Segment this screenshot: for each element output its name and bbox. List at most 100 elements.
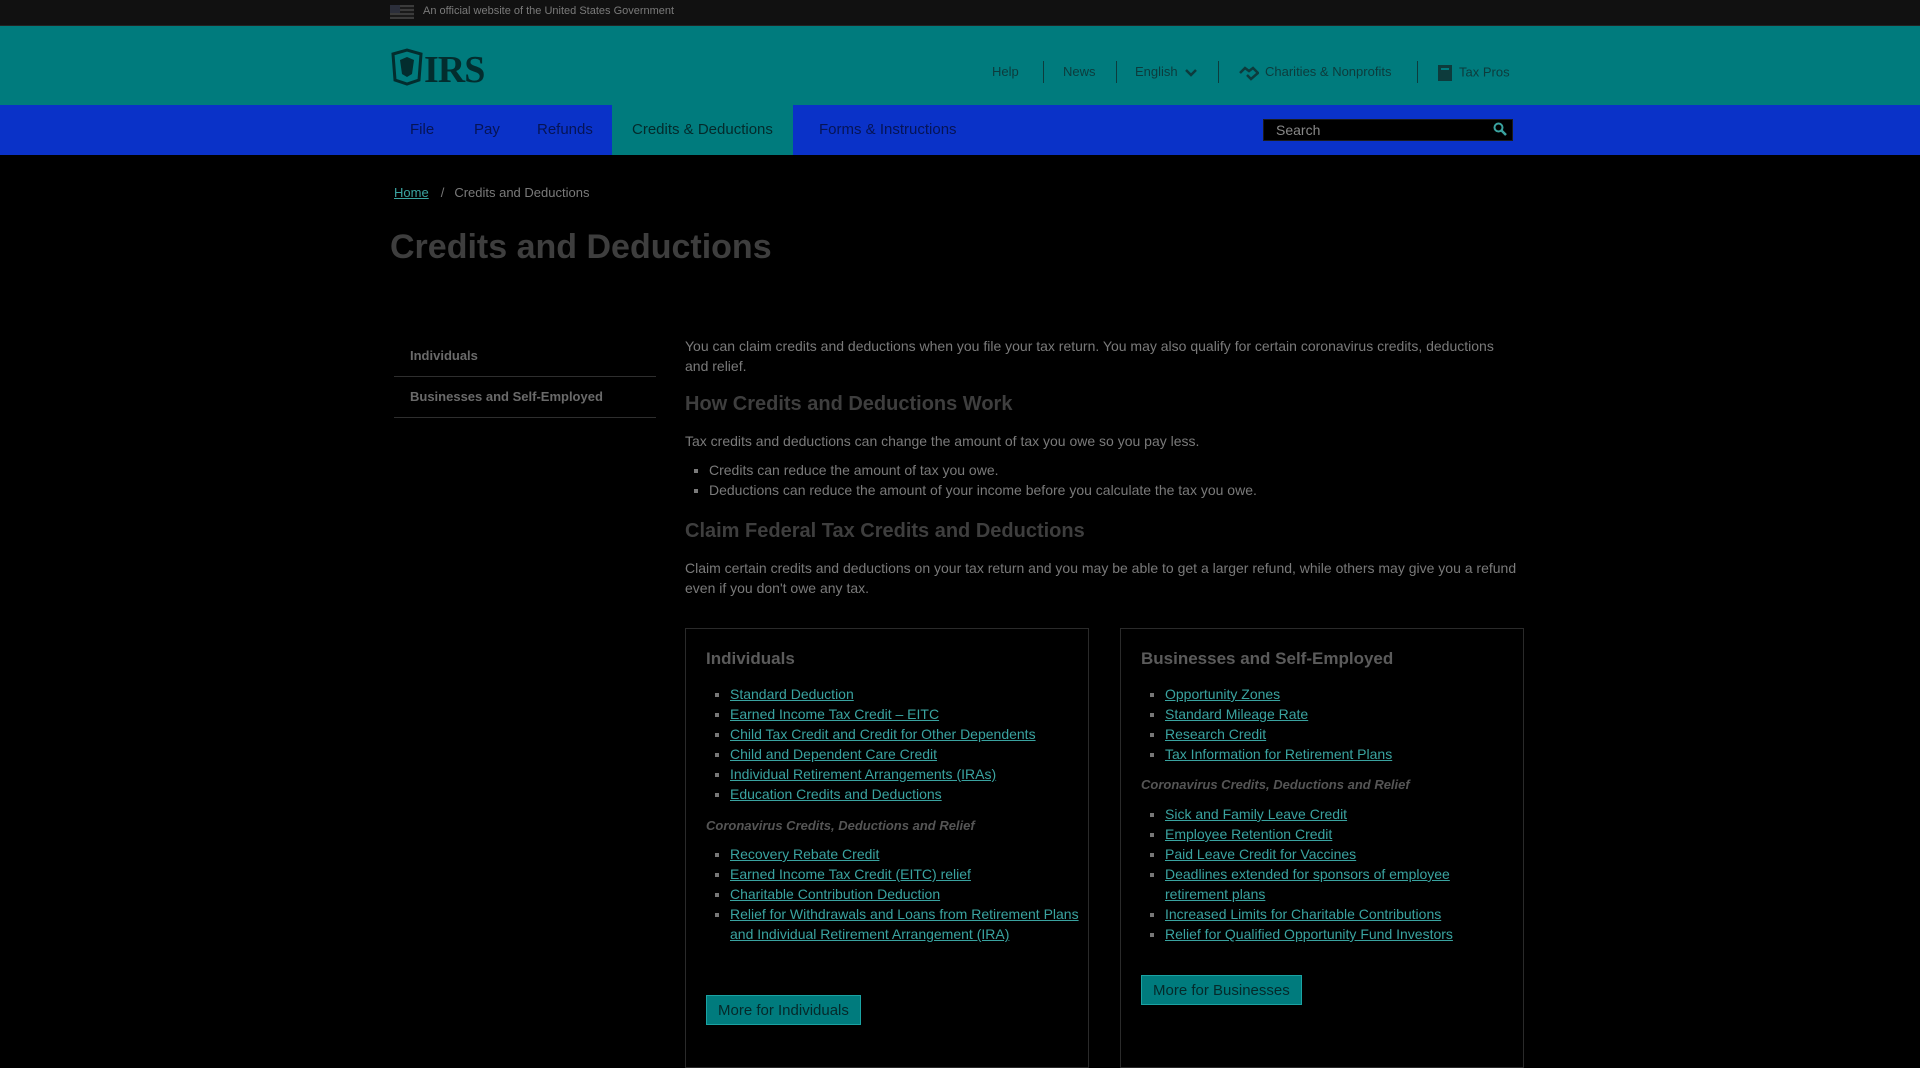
logo-text: IRS xyxy=(424,49,485,91)
list-item: Credits can reduce the amount of tax you… xyxy=(709,460,1257,480)
list-item: Deductions can reduce the amount of your… xyxy=(709,480,1257,500)
opportunity-zones-link[interactable]: Opportunity Zones xyxy=(1165,686,1280,702)
us-flag-icon xyxy=(390,5,414,19)
list-item: Deadlines extended for sponsors of emplo… xyxy=(1165,864,1515,904)
help-link[interactable]: Help xyxy=(992,64,1019,79)
handshake-icon xyxy=(1239,65,1259,81)
more-individuals-button[interactable]: More for Individuals xyxy=(706,995,861,1025)
list-item: Recovery Rebate Credit xyxy=(730,844,1080,864)
claim-heading: Claim Federal Tax Credits and Deductions xyxy=(685,520,1085,542)
irs-logo[interactable]: IRS xyxy=(390,48,485,91)
list-item: Standard Deduction xyxy=(730,684,1080,704)
list-item: Earned Income Tax Credit – EITC xyxy=(730,704,1080,724)
charitable-deduction-link[interactable]: Charitable Contribution Deduction xyxy=(730,886,940,902)
recovery-rebate-link[interactable]: Recovery Rebate Credit xyxy=(730,846,879,862)
business-links: Opportunity Zones Standard Mileage Rate … xyxy=(1141,684,1515,764)
search-input[interactable] xyxy=(1264,120,1508,140)
how-work-heading: How Credits and Deductions Work xyxy=(685,393,1013,415)
divider xyxy=(1043,61,1044,83)
list-item: Employee Retention Credit xyxy=(1165,824,1515,844)
eitc-link[interactable]: Earned Income Tax Credit – EITC xyxy=(730,706,939,722)
eitc-relief-link[interactable]: Earned Income Tax Credit (EITC) relief xyxy=(730,866,971,882)
main-nav: File Pay Refunds Credits & Deductions Fo… xyxy=(0,105,1920,155)
sidebar: Individuals Businesses and Self-Employed xyxy=(394,336,656,418)
nav-file[interactable]: File xyxy=(390,105,454,155)
child-tax-credit-link[interactable]: Child Tax Credit and Credit for Other De… xyxy=(730,726,1036,742)
covid-subheading: Coronavirus Credits, Deductions and Reli… xyxy=(1141,777,1410,792)
paid-leave-vaccines-link[interactable]: Paid Leave Credit for Vaccines xyxy=(1165,846,1356,862)
covid-subheading: Coronavirus Credits, Deductions and Reli… xyxy=(706,818,975,833)
list-item: Research Credit xyxy=(1165,724,1515,744)
individuals-covid-links: Recovery Rebate Credit Earned Income Tax… xyxy=(706,844,1080,944)
how-work-list: Credits can reduce the amount of tax you… xyxy=(685,460,1257,500)
divider xyxy=(1218,61,1219,83)
list-item: Sick and Family Leave Credit xyxy=(1165,804,1515,824)
business-covid-links: Sick and Family Leave Credit Employee Re… xyxy=(1141,804,1515,944)
list-item: Child Tax Credit and Credit for Other De… xyxy=(730,724,1080,744)
list-item: Child and Dependent Care Credit xyxy=(730,744,1080,764)
breadcrumb-current: Credits and Deductions xyxy=(454,185,590,200)
nav-refunds[interactable]: Refunds xyxy=(517,105,613,155)
nav-forms-instructions[interactable]: Forms & Instructions xyxy=(799,105,977,155)
card-title: Businesses and Self-Employed xyxy=(1141,649,1394,668)
list-item: Charitable Contribution Deduction xyxy=(730,884,1080,904)
breadcrumb: Home / Credits and Deductions xyxy=(394,185,589,200)
search-button[interactable] xyxy=(1492,122,1508,138)
claim-text: Claim certain credits and deductions on … xyxy=(685,560,1517,596)
deadlines-extended-link[interactable]: Deadlines extended for sponsors of emplo… xyxy=(1165,866,1450,902)
opportunity-fund-relief-link[interactable]: Relief for Qualified Opportunity Fund In… xyxy=(1165,926,1453,942)
chevron-down-icon xyxy=(1185,68,1198,77)
more-businesses-button[interactable]: More for Businesses xyxy=(1141,975,1302,1005)
list-item: Individual Retirement Arrangements (IRAs… xyxy=(730,764,1080,784)
gov-banner-text: An official website of the United States… xyxy=(423,5,675,17)
sick-family-leave-link[interactable]: Sick and Family Leave Credit xyxy=(1165,806,1347,822)
businesses-card: Businesses and Self-Employed Opportunity… xyxy=(1120,628,1524,1068)
news-link[interactable]: News xyxy=(1063,64,1096,79)
charities-link[interactable]: Charities & Nonprofits xyxy=(1239,64,1391,81)
briefcase-icon xyxy=(1438,65,1452,81)
list-item: Earned Income Tax Credit (EITC) relief xyxy=(730,864,1080,884)
research-credit-link[interactable]: Research Credit xyxy=(1165,726,1266,742)
language-select[interactable]: English xyxy=(1135,64,1198,79)
list-item: Increased Limits for Charitable Contribu… xyxy=(1165,904,1515,924)
individuals-card: Individuals Standard Deduction Earned In… xyxy=(685,628,1089,1068)
list-item: Relief for Qualified Opportunity Fund In… xyxy=(1165,924,1515,944)
mileage-rate-link[interactable]: Standard Mileage Rate xyxy=(1165,706,1308,722)
individuals-links: Standard Deduction Earned Income Tax Cre… xyxy=(706,684,1080,804)
divider xyxy=(1116,61,1117,83)
sidebar-item-businesses[interactable]: Businesses and Self-Employed xyxy=(394,377,656,418)
site-header: IRS Help News English Charities & Nonpro… xyxy=(0,26,1920,105)
search-box xyxy=(1263,119,1513,141)
divider xyxy=(1417,61,1418,83)
charities-label: Charities & Nonprofits xyxy=(1265,64,1392,79)
tax-pros-link[interactable]: Tax Pros xyxy=(1437,64,1510,82)
list-item: Opportunity Zones xyxy=(1165,684,1515,704)
breadcrumb-separator: / xyxy=(440,185,445,200)
list-item: Standard Mileage Rate xyxy=(1165,704,1515,724)
list-item: Education Credits and Deductions xyxy=(730,784,1080,804)
card-title: Individuals xyxy=(706,649,795,668)
education-credits-link[interactable]: Education Credits and Deductions xyxy=(730,786,942,802)
breadcrumb-home[interactable]: Home xyxy=(394,185,429,200)
list-item: Paid Leave Credit for Vaccines xyxy=(1165,844,1515,864)
search-icon xyxy=(1493,122,1507,136)
list-item: Relief for Withdrawals and Loans from Re… xyxy=(730,904,1080,944)
language-label: English xyxy=(1135,64,1178,79)
dependent-care-link[interactable]: Child and Dependent Care Credit xyxy=(730,746,937,762)
employee-retention-link[interactable]: Employee Retention Credit xyxy=(1165,826,1332,842)
retirement-plans-link[interactable]: Tax Information for Retirement Plans xyxy=(1165,746,1392,762)
nav-credits-deductions[interactable]: Credits & Deductions xyxy=(612,105,793,155)
how-work-text: Tax credits and deductions can change th… xyxy=(685,433,1200,449)
page-title: Credits and Deductions xyxy=(390,228,772,266)
sidebar-item-individuals[interactable]: Individuals xyxy=(394,336,656,377)
retirement-relief-link[interactable]: Relief for Withdrawals and Loans from Re… xyxy=(730,906,1079,942)
standard-deduction-link[interactable]: Standard Deduction xyxy=(730,686,854,702)
tax-pros-label: Tax Pros xyxy=(1459,64,1510,80)
intro-text: You can claim credits and deductions whe… xyxy=(685,338,1494,374)
charitable-limits-link[interactable]: Increased Limits for Charitable Contribu… xyxy=(1165,906,1441,922)
list-item: Tax Information for Retirement Plans xyxy=(1165,744,1515,764)
gov-banner: An official website of the United States… xyxy=(0,0,1920,26)
nav-pay[interactable]: Pay xyxy=(454,105,520,155)
eagle-icon xyxy=(391,48,423,86)
ira-link[interactable]: Individual Retirement Arrangements (IRAs… xyxy=(730,766,996,782)
